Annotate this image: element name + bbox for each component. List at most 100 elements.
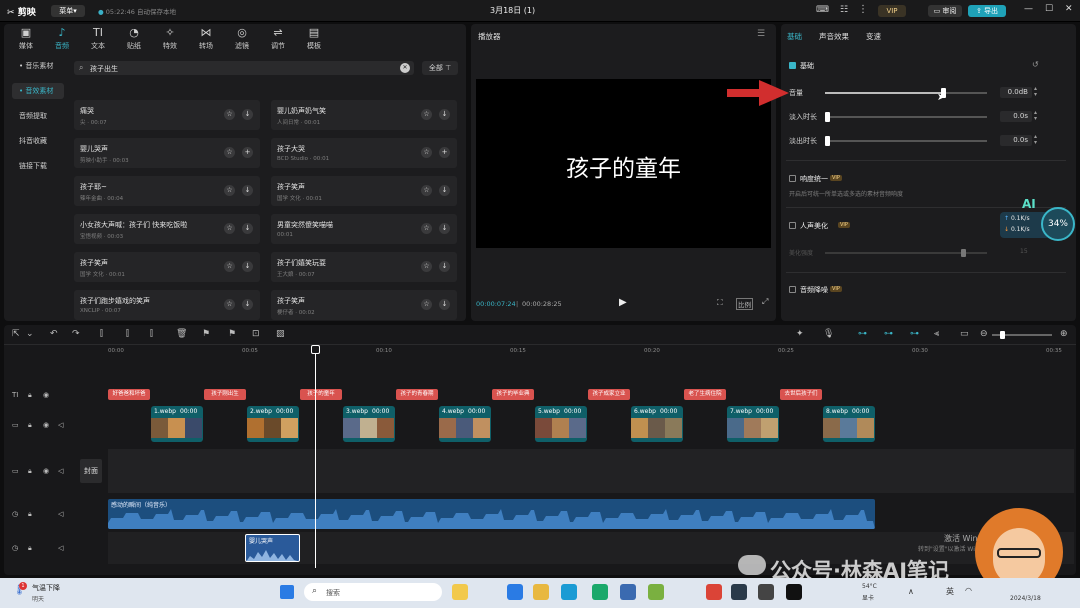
tab-effects[interactable]: 特效 <box>150 41 190 51</box>
playhead-handle[interactable] <box>311 345 320 354</box>
file-explorer-icon[interactable] <box>452 584 468 600</box>
weather-title[interactable]: 气温下降 <box>32 583 60 593</box>
sound-card[interactable]: 孩子们跑步嬉戏的笑声 XNCLIP · 00:07 ☆ ↓ <box>74 290 260 320</box>
flag-icon[interactable]: ⚑ <box>228 329 236 339</box>
link-icon[interactable]: ⊶ <box>858 329 867 339</box>
chevron-down-icon[interactable]: ⌄ <box>26 329 34 339</box>
maximize-icon[interactable]: ☐ <box>1045 4 1053 14</box>
video-clip[interactable]: 7.webp 00:00 <box>727 406 779 442</box>
favorite-icon[interactable]: ☆ <box>421 185 432 196</box>
taskbar-search-input[interactable]: 搜索 <box>326 588 340 598</box>
crop-icon[interactable]: ⊡ <box>252 329 260 339</box>
effects-icon[interactable]: ✧ <box>150 26 190 39</box>
sticker-icon[interactable]: ◔ <box>114 26 154 39</box>
zoom-slider-thumb[interactable] <box>1000 331 1005 339</box>
clock-date[interactable]: 2024/3/18 <box>1010 595 1041 602</box>
text-clip[interactable]: 孩子的青春期 <box>396 389 438 400</box>
sound-card[interactable]: 小女孩大声喊：孩子们 快来吃饭啦 宝悟视频 · 00:03 ☆ ↓ <box>74 214 260 244</box>
tab-text[interactable]: 文本 <box>78 41 118 51</box>
sound-card[interactable]: 孩子笑声 国学 文化 · 00:01 ☆ ↓ <box>74 252 260 282</box>
volume-slider-track[interactable] <box>825 88 987 98</box>
auto-icon[interactable]: ✦ <box>796 329 804 339</box>
volume-stepper[interactable]: ▴ ▾ <box>1034 86 1037 98</box>
denoise-checkbox[interactable] <box>789 286 796 293</box>
video-clip[interactable]: 2.webp 00:00 <box>247 406 299 442</box>
download-icon[interactable]: ↓ <box>242 109 253 120</box>
playhead[interactable] <box>315 346 316 568</box>
tab-audio[interactable]: 音频 <box>42 41 82 51</box>
reset-icon[interactable]: ↺ <box>1032 60 1039 69</box>
fade-in-thumb[interactable] <box>825 112 830 122</box>
fade-in-value[interactable]: 0.0s <box>1000 111 1032 122</box>
app-icon[interactable] <box>592 584 608 600</box>
fade-out-thumb[interactable] <box>825 136 830 146</box>
sidebar-item[interactable]: 音频提取 <box>12 108 64 124</box>
favorite-icon[interactable]: ☆ <box>224 223 235 234</box>
lock-icon[interactable]: 🔒︎ <box>28 544 32 553</box>
select-icon[interactable]: ⇱ <box>12 329 20 339</box>
taskbar-search[interactable]: ⌕ 搜索 <box>304 583 442 601</box>
download-icon[interactable]: ↓ <box>439 109 450 120</box>
menu-button[interactable]: 菜单▾ <box>51 5 85 17</box>
speaker-icon[interactable]: ◁ <box>58 544 63 552</box>
image-icon[interactable]: ▨ <box>276 329 285 339</box>
text-clip[interactable]: 孩子的童年 <box>300 389 342 400</box>
favorite-icon[interactable]: ☆ <box>421 261 432 272</box>
flag-icon[interactable]: ⚑ <box>202 329 210 339</box>
preview-icon[interactable]: ▭ <box>960 329 969 339</box>
zoom-in-icon[interactable]: ⊕ <box>1060 329 1068 339</box>
favorite-icon[interactable]: ☆ <box>224 299 235 310</box>
sound-card[interactable]: 孩子笑声 国学 文化 · 00:01 ☆ ↓ <box>271 176 457 206</box>
app-icon[interactable] <box>620 584 636 600</box>
vscode-icon[interactable] <box>507 584 523 600</box>
tab-filter[interactable]: 滤镜 <box>222 41 262 51</box>
inspector-tab[interactable]: 变速 <box>866 31 881 42</box>
download-icon[interactable]: ↓ <box>439 299 450 310</box>
sound-card[interactable]: 孩子们嬉笑玩耍 王大娘 · 00:07 ☆ ↓ <box>271 252 457 282</box>
layout-icon[interactable]: ☷ <box>840 5 848 15</box>
text-clip[interactable]: 好爸爸和坏爸 <box>108 389 150 400</box>
lock-icon[interactable]: 🔒︎ <box>28 510 32 519</box>
tray-chevron-icon[interactable]: ∧ <box>908 587 914 596</box>
link-icon[interactable]: ⊶ <box>884 329 893 339</box>
cover-button[interactable]: 封面 <box>80 459 102 483</box>
vip-button[interactable]: VIP <box>878 5 906 17</box>
lock-icon[interactable]: 🔒︎ <box>28 391 32 400</box>
language-indicator[interactable]: 英 <box>946 586 954 597</box>
split-right-icon[interactable]: ⫿ <box>150 329 153 339</box>
start-icon[interactable] <box>280 585 294 599</box>
search-bar[interactable]: ⌕ 孩子出生 ✕ <box>74 61 414 75</box>
audio-icon[interactable]: ♪ <box>42 26 82 39</box>
fade-out-stepper[interactable]: ▴ ▾ <box>1034 134 1037 146</box>
eye-icon[interactable]: ◉ <box>43 421 49 429</box>
loudness-checkbox[interactable] <box>789 175 796 182</box>
text-clip[interactable]: 孩子成家立业 <box>588 389 630 400</box>
video-clip[interactable]: 3.webp 00:00 <box>343 406 395 442</box>
video-clip[interactable]: 4.webp 00:00 <box>439 406 491 442</box>
download-icon[interactable]: ↓ <box>242 261 253 272</box>
transition-icon[interactable]: ⋈ <box>186 26 226 39</box>
fullscreen-view-icon[interactable]: ⛶ <box>717 298 723 308</box>
voice-checkbox[interactable] <box>789 222 796 229</box>
download-icon[interactable]: ↓ <box>439 185 450 196</box>
split-icon[interactable]: ⫿ <box>100 329 103 339</box>
app-icon[interactable] <box>758 584 774 600</box>
player-menu-icon[interactable]: ☰ <box>757 29 765 39</box>
inspector-tab[interactable]: 声音效果 <box>819 31 849 42</box>
speaker-icon[interactable]: ◁ <box>58 421 63 429</box>
fade-out-slider[interactable] <box>825 136 987 146</box>
sidebar-item[interactable]: 抖音收藏 <box>12 133 64 149</box>
download-icon[interactable]: ↓ <box>242 299 253 310</box>
speaker-icon[interactable]: ◁ <box>58 467 63 475</box>
eye-icon[interactable]: ◉ <box>43 391 49 399</box>
download-icon[interactable]: + <box>439 147 450 158</box>
edge-icon[interactable] <box>561 584 577 600</box>
text-clip[interactable]: 孩子刚出生 <box>204 389 246 400</box>
undo-icon[interactable]: ↶ <box>50 329 58 339</box>
eye-icon[interactable]: ◉ <box>43 467 49 475</box>
tab-sticker[interactable]: 贴纸 <box>114 41 154 51</box>
play-icon[interactable]: ▶ <box>619 297 627 308</box>
wifi-icon[interactable]: ◠ <box>965 586 972 595</box>
text-clip[interactable]: 去世后孩子们 <box>780 389 822 400</box>
volume-value[interactable]: 0.0dB <box>1000 87 1032 98</box>
